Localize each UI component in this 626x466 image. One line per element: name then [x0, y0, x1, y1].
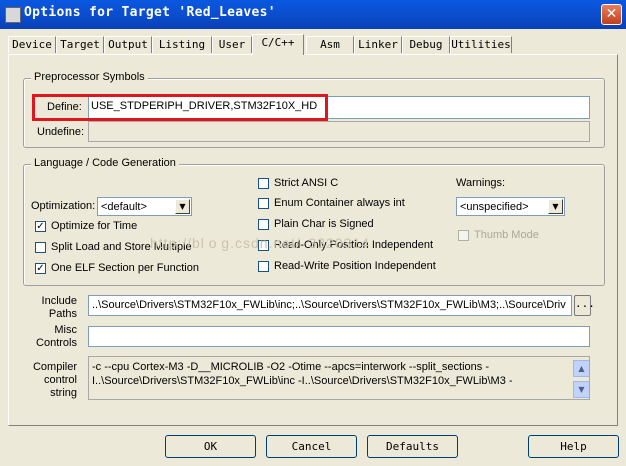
warnings-value: <unspecified> — [460, 201, 529, 213]
undefine-label: Undefine: — [37, 126, 85, 138]
warnings-select[interactable]: <unspecified> ▼ — [456, 197, 565, 216]
compiler-control-label: Compiler control string — [24, 361, 77, 400]
include-label-line1: Include — [41, 295, 77, 307]
include-paths-input[interactable]: ..\Source\Drivers\STM32F10x_FWLib\inc;..… — [88, 295, 572, 316]
compiler-label-line1: Compiler — [32, 361, 77, 373]
include-browse-button[interactable]: ... — [574, 295, 595, 316]
window-icon — [5, 7, 21, 23]
help-button[interactable]: Help — [528, 435, 619, 458]
watermark-text: http://bl o g.csdn.net/ 3320314 — [150, 235, 370, 251]
tab-device[interactable]: Device — [8, 36, 56, 53]
compiler-label-line3: string — [50, 387, 77, 399]
tab-debug[interactable]: Debug — [402, 36, 450, 53]
tab-listing[interactable]: Listing — [152, 36, 212, 53]
window-title: Options for Target 'Red_Leaves' — [24, 5, 276, 20]
misc-label-line2: Controls — [36, 337, 77, 349]
split-load-checkbox[interactable] — [35, 242, 46, 253]
defaults-button[interactable]: Defaults — [367, 435, 458, 458]
compiler-line-1: -c --cpu Cortex-M3 -D__MICROLIB -O2 -Oti… — [92, 361, 489, 373]
include-paths-value: ..\Source\Drivers\STM32F10x_FWLib\inc;..… — [92, 299, 566, 311]
tab-linker[interactable]: Linker — [354, 36, 402, 53]
rw-pos-checkbox[interactable] — [258, 261, 269, 272]
one-elf-checkbox[interactable]: ✓ — [35, 263, 46, 274]
optimization-label: Optimization: — [31, 200, 96, 212]
chevron-down-icon: ▼ — [175, 199, 190, 214]
ok-button[interactable]: OK — [165, 435, 256, 458]
tab-utilities[interactable]: Utilities — [450, 36, 512, 53]
cancel-button[interactable]: Cancel — [266, 435, 357, 458]
chevron-down-icon: ▼ — [548, 199, 563, 214]
tab-output[interactable]: Output — [104, 36, 152, 53]
tab-c-cpp[interactable]: C/C++ — [252, 34, 304, 55]
enum-container-label: Enum Container always int — [274, 197, 405, 209]
warnings-label: Warnings: — [456, 177, 506, 189]
thumb-mode-checkbox[interactable] — [458, 230, 469, 241]
optimize-time-label: Optimize for Time — [51, 220, 138, 232]
undefine-input[interactable] — [88, 121, 590, 142]
enum-container-checkbox[interactable] — [258, 198, 269, 209]
optimization-value: <default> — [101, 201, 147, 213]
optimization-select[interactable]: <default> ▼ — [97, 197, 192, 216]
plain-char-label: Plain Char is Signed — [274, 218, 374, 230]
tab-user[interactable]: User — [212, 36, 252, 53]
language-group-label: Language / Code Generation — [31, 157, 179, 169]
compiler-line-2: I..\Source\Drivers\STM32F10x_FWLib\inc -… — [92, 375, 513, 387]
highlight-box — [32, 94, 328, 121]
compiler-label-line2: control — [43, 374, 77, 386]
optimize-time-checkbox[interactable]: ✓ — [35, 221, 46, 232]
thumb-mode-label: Thumb Mode — [474, 229, 539, 241]
strict-ansi-label: Strict ANSI C — [274, 177, 339, 189]
strict-ansi-checkbox[interactable] — [258, 178, 269, 189]
preprocessor-group-label: Preprocessor Symbols — [31, 71, 148, 83]
scroll-up-button[interactable]: ▲ — [573, 360, 589, 377]
title-bar[interactable]: Options for Target 'Red_Leaves' ✕ — [0, 0, 626, 29]
scroll-down-button[interactable]: ▼ — [573, 381, 589, 398]
tab-target[interactable]: Target — [56, 36, 104, 53]
include-label-line2: Paths — [48, 308, 77, 320]
compiler-control-string[interactable]: -c --cpu Cortex-M3 -D__MICROLIB -O2 -Oti… — [88, 356, 590, 400]
plain-char-checkbox[interactable] — [258, 219, 269, 230]
misc-controls-label: Misc Controls — [24, 324, 77, 350]
misc-label-line1: Misc — [54, 324, 77, 336]
tab-asm[interactable]: Asm — [306, 36, 354, 53]
misc-controls-input[interactable] — [88, 326, 590, 347]
rw-pos-label: Read-Write Position Independent — [274, 260, 436, 272]
one-elf-label: One ELF Section per Function — [51, 262, 199, 274]
close-button[interactable]: ✕ — [601, 4, 622, 25]
include-paths-label: Include Paths — [24, 295, 77, 321]
